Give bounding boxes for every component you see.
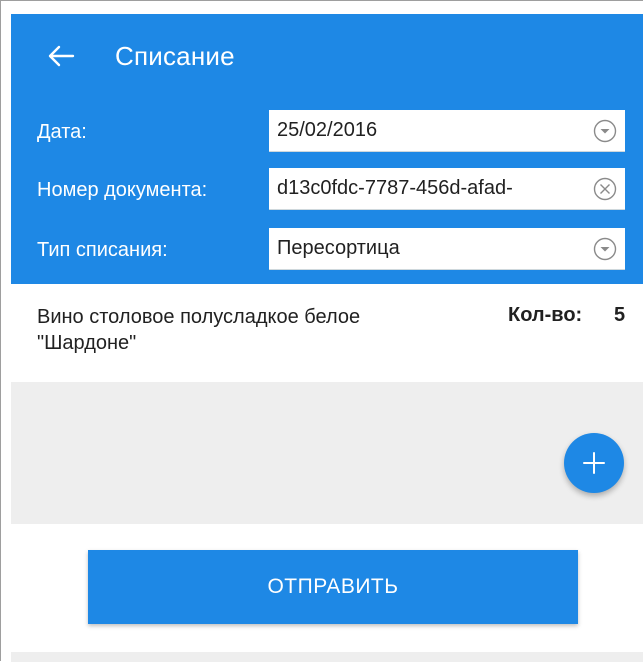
add-item-button[interactable] [564, 433, 624, 493]
plus-icon [583, 452, 605, 474]
item-name: Вино столовое полусладкое белое "Шардоне… [37, 306, 361, 354]
app-window: Списание Дата: 25/02/2016 Номер документ… [0, 0, 643, 662]
quantity-value: 5 [614, 304, 626, 326]
arrow-left-icon[interactable] [47, 40, 75, 72]
document-number-label: Номер документа: [37, 179, 208, 201]
date-label: Дата: [37, 121, 87, 143]
document-number-row: Номер документа: d13c0fdc-7787-456d-afad… [11, 168, 643, 214]
date-value: 25/02/2016 [277, 119, 378, 141]
bottom-bar: ОТПРАВИТЬ [11, 524, 643, 662]
document-number-field[interactable]: d13c0fdc-7787-456d-afad- [269, 168, 625, 210]
writeoff-type-value: Пересортица [277, 237, 400, 259]
chevron-down-circle-icon[interactable] [593, 119, 617, 143]
writeoff-type-label: Тип списания: [37, 239, 168, 261]
chevron-down-circle-icon[interactable] [593, 237, 617, 261]
document-number-value: d13c0fdc-7787-456d-afad- [277, 177, 513, 199]
toolbar: Списание [11, 14, 643, 100]
writeoff-type-select[interactable]: Пересортица [269, 228, 625, 270]
date-field[interactable]: 25/02/2016 [269, 110, 625, 152]
writeoff-type-row: Тип списания: Пересортица [11, 228, 643, 274]
items-empty-area [11, 382, 643, 524]
page-title: Списание [115, 41, 235, 71]
quantity-label: Кол-во: [508, 304, 583, 326]
send-button[interactable]: ОТПРАВИТЬ [88, 550, 578, 624]
header-panel: Списание Дата: 25/02/2016 Номер документ… [11, 14, 643, 284]
date-row: Дата: 25/02/2016 [11, 110, 643, 156]
list-item[interactable]: Вино столовое полусладкое белое "Шардоне… [11, 284, 643, 382]
clear-circle-icon[interactable] [593, 177, 617, 201]
